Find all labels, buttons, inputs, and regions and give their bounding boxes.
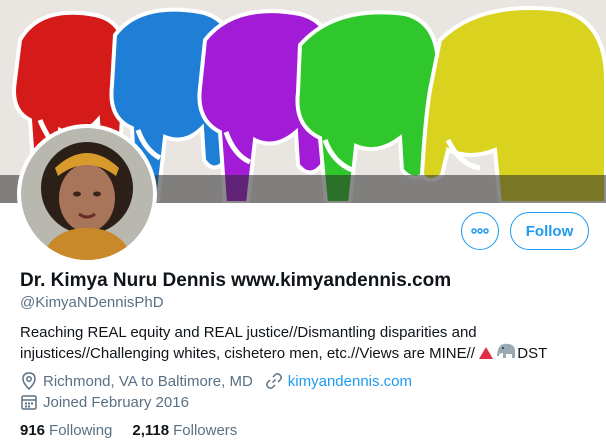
elephant-emoji: [497, 343, 517, 365]
following-link[interactable]: 916 Following: [20, 422, 112, 439]
joined-text: Joined February 2016: [43, 393, 189, 411]
bio-text: Reaching REAL equity and REAL justice//D…: [20, 324, 477, 362]
followers-link[interactable]: 2,118 Followers: [132, 422, 237, 439]
link-icon: [265, 373, 282, 389]
bio-suffix: DST: [517, 345, 548, 362]
followers-label: Followers: [173, 422, 238, 439]
location-pin-icon: [22, 372, 36, 390]
follow-stats: 916 Following 2,118 Followers: [20, 422, 237, 439]
following-count: 916: [20, 422, 46, 439]
website-link[interactable]: kimyandennis.com: [288, 373, 412, 390]
profile-meta: Richmond, VA to Baltimore, MD kimyandenn…: [20, 372, 412, 390]
more-options-button[interactable]: [461, 212, 499, 250]
red-triangle-emoji: [479, 344, 494, 365]
more-options-icon: [471, 228, 489, 234]
followers-count: 2,118: [132, 422, 170, 439]
follow-button[interactable]: Follow: [510, 212, 589, 250]
calendar-icon: [21, 395, 37, 410]
display-name: Dr. Kimya Nuru Dennis www.kimyandennis.c…: [20, 270, 452, 291]
join-date-row: Joined February 2016: [20, 393, 189, 411]
following-label: Following: [49, 422, 113, 439]
location-text: Richmond, VA to Baltimore, MD: [43, 372, 253, 390]
user-handle: @KimyaNDennisPhD: [20, 294, 164, 311]
follow-button-label: Follow: [525, 222, 574, 240]
profile-bio: Reaching REAL equity and REAL justice//D…: [20, 322, 580, 365]
profile-avatar[interactable]: [17, 124, 157, 264]
